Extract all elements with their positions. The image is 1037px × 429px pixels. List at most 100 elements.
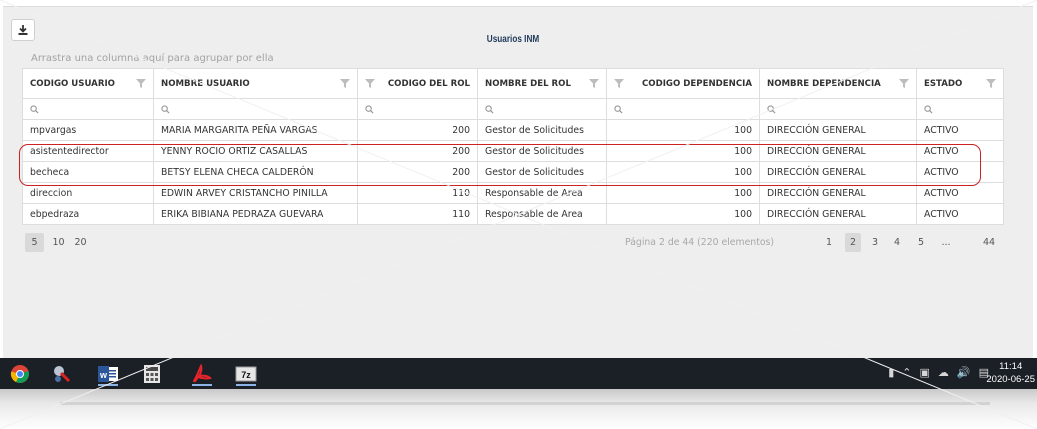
page-44[interactable]: 44: [979, 233, 999, 252]
page-label: 5: [917, 237, 925, 248]
pager-info: Página 2 de 44 (220 elementos): [625, 237, 774, 248]
clock-date: 2020-06-25: [986, 374, 1035, 385]
column-header-codigo-dependencia[interactable]: CODIGO DEPENDENCIA: [606, 68, 760, 99]
column-header-nombre-dependencia[interactable]: NOMBRE DEPENDENCIA: [759, 68, 917, 99]
filter-cell[interactable]: [477, 98, 607, 120]
system-tray: ▮ ⌃ ▣ ☁ 🔊 ▤: [888, 366, 989, 379]
cell-nombre-rol: Gestor de Solicitudes: [477, 140, 607, 162]
search-icon: [161, 104, 170, 114]
acrobat-taskbar-button[interactable]: [188, 361, 216, 386]
chrome-icon: [10, 364, 29, 383]
cell-nombre-usuario: ERIKA BIBIANA PEDRAZA GUEVARA: [153, 203, 358, 225]
cell-nombre-rol: Responsable de Area: [477, 203, 607, 225]
windows-taskbar: w 7z ▮ ⌃ ▣ ☁ 🔊 ▤ 11:14 2020-06-25: [0, 358, 1037, 389]
page-size-label: 20: [74, 237, 87, 248]
filter-icon[interactable]: [899, 79, 909, 88]
filter-cell[interactable]: [357, 98, 478, 120]
filter-icon[interactable]: [589, 79, 599, 88]
screenshot-stage: Usuarios INM Arrastra una columna aquí p…: [0, 0, 1037, 429]
page-size-5[interactable]: 5: [25, 233, 44, 252]
page-2[interactable]: 2: [845, 233, 861, 252]
cell-codigo-usuario: mpvargas: [22, 119, 154, 141]
column-label: NOMBRE DEL ROL: [485, 78, 571, 89]
filter-cell[interactable]: [916, 98, 1004, 120]
search-icon: [614, 104, 623, 114]
column-header-nombre-rol[interactable]: NOMBRE DEL ROL: [477, 68, 607, 99]
cell-estado: ACTIVO: [916, 161, 1004, 183]
column-header-codigo-rol[interactable]: CODIGO DEL ROL: [357, 68, 478, 99]
cell-nombre-usuario: MARIA MARGARITA PEÑA VARGAS: [153, 119, 358, 141]
calculator-taskbar-button[interactable]: [138, 361, 166, 386]
table-row[interactable]: mpvargas MARIA MARGARITA PEÑA VARGAS 200…: [22, 119, 1004, 141]
page-size-label: 5: [31, 237, 38, 248]
filter-cell[interactable]: [153, 98, 358, 120]
filter-icon[interactable]: [136, 79, 146, 88]
download-icon: [18, 25, 28, 35]
column-label: NOMBRE DEPENDENCIA: [767, 78, 881, 89]
search-icon: [924, 104, 933, 114]
filter-cell[interactable]: [606, 98, 760, 120]
cell-codigo-dependencia: 100: [606, 203, 760, 225]
search-icon: [30, 104, 39, 114]
taskbar-clock[interactable]: 11:14 2020-06-25: [986, 360, 1035, 386]
filter-icon[interactable]: [365, 79, 375, 88]
column-label: ESTADO: [924, 78, 963, 89]
word-taskbar-button[interactable]: w: [94, 361, 122, 386]
group-panel-hint[interactable]: Arrastra una columna aquí para agrupar p…: [31, 53, 274, 64]
filter-icon[interactable]: [986, 79, 996, 88]
column-header-estado[interactable]: ESTADO: [916, 68, 1004, 99]
cell-codigo-dependencia: 100: [606, 119, 760, 141]
cell-codigo-rol: 110: [357, 182, 478, 204]
search-icon: [365, 104, 374, 114]
cell-codigo-usuario: direccion: [22, 182, 154, 204]
snipping-tool-taskbar-button[interactable]: [48, 361, 76, 386]
page-3[interactable]: 3: [867, 233, 883, 252]
cell-nombre-rol: Gestor de Solicitudes: [477, 161, 607, 183]
cell-nombre-dependencia: DIRECCIÓN GENERAL: [759, 140, 917, 162]
table-row[interactable]: direccion EDWIN ARVEY CRISTANCHO PINILLA…: [22, 182, 1004, 204]
cloud-icon[interactable]: ☁: [938, 366, 949, 379]
cell-codigo-dependencia: 100: [606, 161, 760, 183]
column-label: NOMBRE USUARIO: [161, 78, 250, 89]
table-row[interactable]: becheca BETSY ELENA CHECA CALDERÓN 200 G…: [22, 161, 1004, 183]
page-size-10[interactable]: 10: [49, 233, 68, 252]
7zip-taskbar-button[interactable]: 7z: [232, 361, 260, 386]
cell-codigo-rol: 200: [357, 140, 478, 162]
page-1[interactable]: 1: [821, 233, 837, 252]
battery-icon[interactable]: ▮: [888, 366, 894, 379]
table-row[interactable]: ebpedraza ERIKA BIBIANA PEDRAZA GUEVARA …: [22, 203, 1004, 225]
cell-codigo-dependencia: 100: [606, 140, 760, 162]
cell-nombre-usuario: BETSY ELENA CHECA CALDERÓN: [153, 161, 358, 183]
svg-text:w: w: [99, 370, 108, 380]
page-label: 44: [982, 237, 996, 248]
column-label: CODIGO USUARIO: [30, 78, 115, 89]
cell-codigo-rol: 110: [357, 203, 478, 225]
chevron-up-icon[interactable]: ⌃: [902, 366, 911, 379]
header-row: CODIGO USUARIO NOMBRE USUARIO CODIGO DEL…: [22, 68, 1004, 99]
filter-cell[interactable]: [759, 98, 917, 120]
screenshot-shadow-line: [60, 402, 990, 405]
column-header-nombre-usuario[interactable]: NOMBRE USUARIO: [153, 68, 358, 99]
column-header-codigo-usuario[interactable]: CODIGO USUARIO: [22, 68, 154, 99]
filter-icon[interactable]: [340, 79, 350, 88]
cell-codigo-usuario: ebpedraza: [22, 203, 154, 225]
page-5[interactable]: 5: [913, 233, 929, 252]
table-row[interactable]: asistentedirector YENNY ROCIO ORTIZ CASA…: [22, 140, 1004, 162]
active-indicator: [236, 384, 256, 386]
volume-icon[interactable]: 🔊: [957, 366, 971, 379]
page-ellipsis[interactable]: ...: [933, 233, 959, 252]
snipping-tool-icon: [54, 365, 71, 382]
grid-title: Usuarios INM: [486, 34, 540, 45]
export-button[interactable]: [11, 19, 35, 41]
column-label: CODIGO DEPENDENCIA: [641, 78, 752, 89]
filter-cell[interactable]: [22, 98, 154, 120]
acrobat-icon: [192, 363, 212, 382]
network-icon[interactable]: ▣: [919, 366, 929, 379]
chrome-taskbar-button[interactable]: [6, 361, 34, 386]
page-4[interactable]: 4: [889, 233, 905, 252]
filter-icon[interactable]: [614, 79, 624, 88]
cell-estado: ACTIVO: [916, 119, 1004, 141]
page-size-20[interactable]: 20: [71, 233, 90, 252]
search-icon: [485, 104, 494, 114]
word-icon: w: [98, 365, 118, 382]
